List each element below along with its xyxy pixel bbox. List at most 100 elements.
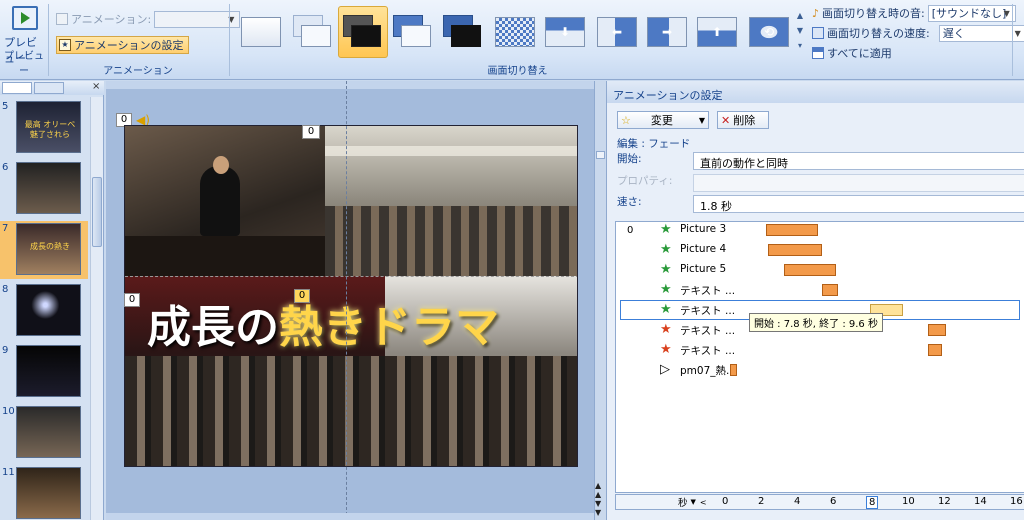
photo-speaker[interactable] — [125, 126, 325, 276]
animation-item[interactable]: ★ Picture 3 — [620, 220, 1020, 240]
slide-thumbnail[interactable]: 5 最高 オリーベ 魅了されら — [0, 99, 88, 157]
thumbs-scroll-thumb[interactable] — [92, 177, 102, 247]
transition-fade-smooth[interactable] — [288, 8, 338, 56]
slide-thumbnail[interactable]: 6 — [0, 160, 88, 218]
slide-number: 10 — [2, 406, 15, 417]
slide-thumbnail[interactable]: 11 — [0, 465, 88, 520]
change-effect-button[interactable]: ☆ 変更 ▼ — [617, 111, 709, 129]
transition-wipe-left[interactable]: ⬅ — [592, 8, 642, 56]
h-scrollbar[interactable] — [106, 513, 594, 520]
guide-line — [346, 81, 347, 520]
ruler-top — [106, 81, 594, 89]
transition-wipe-up[interactable]: ⬆ — [692, 8, 742, 56]
next-slide-icon[interactable]: ▲ ▲ ▼ ▼ — [595, 481, 601, 517]
sound-value: [サウンドなし] — [931, 7, 1007, 20]
sound-icon: ♪ — [812, 6, 820, 20]
animation-item[interactable]: ★ Picture 5 — [620, 260, 1020, 280]
start-combo[interactable]: 直前の動作と同時 — [693, 152, 1024, 170]
transition-cut[interactable] — [388, 8, 438, 56]
effect-star-icon: ★ — [660, 342, 672, 357]
slide-number: 7 — [2, 223, 9, 234]
animation-group-label: アニメーション — [103, 66, 173, 77]
animation-item[interactable]: ▷ pm07_熱... — [620, 360, 1020, 380]
scroll-up-icon: ▲ — [796, 11, 804, 20]
delete-icon: ✕ — [721, 113, 731, 127]
timeline-tick-label: 16 — [1010, 496, 1023, 507]
timing-bar[interactable] — [730, 364, 738, 376]
timeline-tick-label: 0 — [722, 496, 729, 507]
timing-bar[interactable] — [766, 224, 819, 236]
timing-bar[interactable] — [784, 264, 837, 276]
effect-star-icon: ★ — [660, 302, 672, 317]
transition-cut-black[interactable] — [438, 8, 488, 56]
chevron-down-icon[interactable]: ▼ — [691, 498, 696, 506]
slide-thumbnail[interactable]: 7 成長の熱き — [0, 221, 88, 279]
animation-item-name: Picture 4 — [680, 243, 727, 255]
tab-outline[interactable] — [34, 82, 64, 94]
effect-star-icon: ★ — [660, 322, 672, 337]
timing-bar[interactable] — [767, 244, 822, 256]
animation-item-name: テキスト ... — [680, 325, 736, 337]
tab-slides[interactable] — [2, 82, 32, 94]
slide-thumbnail[interactable]: 9 — [0, 343, 88, 401]
start-label: 開始: — [617, 153, 642, 165]
animation-icon — [56, 13, 68, 25]
seconds-label[interactable]: 秒 — [678, 495, 688, 509]
slide-thumbnail-caption: 成長の熱き — [30, 242, 70, 251]
slide-thumbnail-image — [16, 284, 81, 336]
animation-combo[interactable]: ▼ — [154, 10, 241, 28]
effect-star-icon: ★ — [660, 262, 672, 277]
animation-settings-button[interactable]: ★ アニメーションの設定 — [56, 36, 189, 54]
animation-item[interactable]: ★ テキスト ... — [620, 340, 1020, 360]
animation-tag[interactable]: 0 — [124, 293, 140, 307]
sound-combo[interactable]: [サウンドなし] ▼ — [927, 4, 1016, 22]
slide-scrollbar[interactable]: ▲ ▲ ▼ ▼ — [594, 81, 606, 520]
delete-effect-button[interactable]: ✕ 削除 — [717, 111, 769, 129]
animation-item[interactable]: ★ テキスト ... — [620, 280, 1020, 300]
preview-group-label: プレビュー — [4, 51, 44, 77]
timeline-tick-label: 12 — [938, 496, 951, 507]
slide-thumbnail-image — [16, 345, 81, 397]
scroll-left-icon[interactable]: < — [700, 498, 707, 507]
photo-seminar-room[interactable] — [325, 126, 577, 276]
timing-bar[interactable] — [928, 344, 943, 356]
slide-thumbnail[interactable]: 10 — [0, 404, 88, 462]
star-icon: ☆ — [621, 113, 631, 127]
slide-thumbnail-image — [16, 467, 81, 519]
transition-speed-row: 画面切り替えの速度: 遅く ▼ — [812, 24, 1024, 42]
animation-item[interactable]: ★ Picture 4 — [620, 240, 1020, 260]
effect-star-icon: ★ — [660, 282, 672, 297]
apply-all-label: すべてに適用 — [827, 47, 892, 60]
transition-dissolve[interactable] — [490, 8, 540, 56]
close-icon[interactable]: × — [92, 81, 100, 92]
thumbs-scrollbar[interactable] — [90, 97, 103, 520]
transition-wipe-right[interactable]: ➡ — [642, 8, 692, 56]
slide-canvas[interactable]: 成長の熱きドラマ — [124, 125, 578, 467]
slides-pane: × 5 最高 オリーベ 魅了されら 6 7 成長の熱き 8 9 10 11 — [0, 81, 104, 520]
animation-tag[interactable]: 0 — [302, 125, 320, 139]
more-icon: ▾ — [797, 41, 802, 50]
timing-bar[interactable] — [821, 284, 838, 296]
transition-gallery-scroll[interactable]: ▲ ▼ ▾ — [794, 8, 806, 56]
animation-tag[interactable]: 0 — [294, 289, 310, 303]
animation-dropdown-row[interactable]: アニメーション: ▼ — [56, 10, 241, 28]
slide-scroll-thumb[interactable] — [596, 151, 605, 159]
slides-pane-tabs: × — [0, 81, 104, 95]
timing-bar[interactable] — [928, 324, 946, 336]
slide-title[interactable]: 成長の熱きドラマ — [147, 298, 577, 358]
timeline-ticks: 0 2 4 6 8 10 12 14 16 — [722, 495, 1023, 509]
transition-split[interactable]: ⟲ — [744, 8, 794, 56]
apply-all-button[interactable]: すべてに適用 — [812, 44, 892, 62]
pane-title: アニメーションの設定 — [607, 81, 1024, 103]
transition-wipe-down[interactable]: ⬇ — [540, 8, 590, 56]
timeline-ruler[interactable]: 秒 ▼ < 0 2 4 6 8 10 12 14 16 — [615, 494, 1024, 510]
transition-fade-black[interactable] — [338, 6, 388, 58]
timeline-tick-label: 8 — [866, 496, 879, 509]
animation-item-name: Picture 5 — [680, 263, 727, 275]
speed-combo[interactable]: 1.8 秒 — [693, 195, 1024, 213]
slide-number: 5 — [2, 101, 9, 112]
slide-thumbnail[interactable]: 8 — [0, 282, 88, 340]
slide-thumbnail-image: 成長の熱き — [16, 223, 81, 275]
transition-none[interactable] — [236, 8, 286, 56]
slide-thumbnail-list: 5 最高 オリーベ 魅了されら 6 7 成長の熱き 8 9 10 11 — [0, 99, 88, 520]
